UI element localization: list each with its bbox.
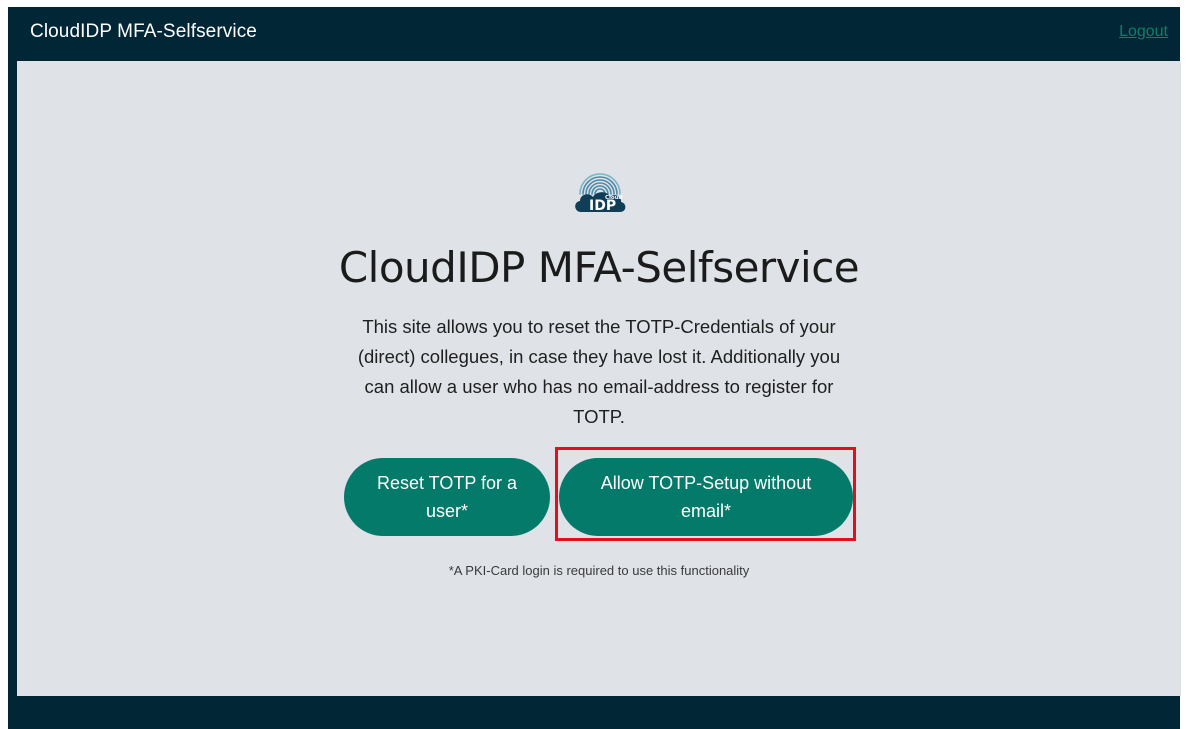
main-content: Cloud IDP CloudIDP MFA-Selfservice This … bbox=[17, 61, 1181, 696]
navbar-brand[interactable]: CloudIDP MFA-Selfservice bbox=[30, 21, 257, 43]
pki-requirement-note: *A PKI-Card login is required to use thi… bbox=[448, 563, 750, 578]
reset-totp-button[interactable]: Reset TOTP for a user* bbox=[344, 458, 550, 536]
app-frame: CloudIDP MFA-Selfservice Logout Cloud ID… bbox=[8, 7, 1181, 729]
top-navbar: CloudIDP MFA-Selfservice Logout bbox=[8, 7, 1180, 60]
allow-totp-setup-button[interactable]: Allow TOTP-Setup without email* bbox=[559, 458, 853, 536]
page-title: CloudIDP MFA-Selfservice bbox=[338, 243, 860, 292]
page-description: This site allows you to reset the TOTP-C… bbox=[357, 316, 841, 427]
logo-idp-text: IDP bbox=[589, 198, 616, 214]
cloudidp-logo-icon: Cloud IDP bbox=[575, 173, 626, 214]
logout-link[interactable]: Logout bbox=[1119, 23, 1168, 41]
